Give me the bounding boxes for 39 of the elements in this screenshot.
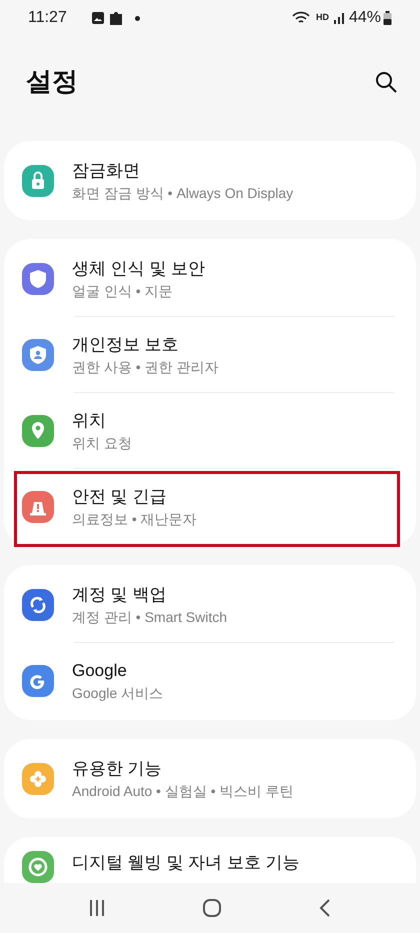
- settings-item[interactable]: Google Google 서비스: [4, 643, 416, 718]
- settings-item[interactable]: 생체 인식 및 보안 얼굴 인식 • 지문: [4, 241, 416, 316]
- item-title: 잠금화면: [72, 160, 141, 182]
- home-icon[interactable]: [202, 898, 222, 918]
- settings-item[interactable]: 잠금화면 화면 잠금 방식 • Always On Display: [4, 143, 416, 218]
- item-subtitle: 위치 요청: [72, 434, 132, 452]
- hd-voice-label: HD: [316, 11, 329, 24]
- recent-apps-icon[interactable]: [88, 899, 106, 917]
- back-icon[interactable]: [318, 898, 332, 918]
- settings-item[interactable]: 안전 및 긴급 의료정보 • 재난문자: [4, 469, 416, 544]
- item-subtitle: 얼굴 인식 • 지문: [72, 282, 174, 300]
- battery-icon: [383, 11, 392, 25]
- item-title: 계정 및 백업: [72, 584, 168, 606]
- item-subtitle: Google 서비스: [72, 684, 164, 702]
- search-icon[interactable]: [374, 70, 398, 94]
- item-title: Google: [72, 660, 128, 682]
- item-title: 디지털 웰빙 및 자녀 보호 기능: [72, 852, 300, 874]
- item-title: 안전 및 긴급: [72, 486, 168, 508]
- item-subtitle: 의료정보 • 재난문자: [72, 510, 197, 528]
- page-title: 설정: [26, 65, 78, 98]
- item-subtitle: Android Auto • 실험실 • 빅스비 루틴: [72, 782, 294, 800]
- item-title: 생체 인식 및 보안: [72, 258, 206, 280]
- puzzle-icon: [108, 10, 125, 26]
- item-title: 개인정보 보호: [72, 334, 180, 356]
- item-title: 위치: [72, 410, 107, 432]
- wifi-icon: [292, 11, 310, 25]
- battery-percent: 44%: [348, 8, 381, 28]
- settings-item[interactable]: 계정 및 백업 계정 관리 • Smart Switch: [4, 567, 416, 642]
- gallery-icon: [90, 11, 105, 25]
- settings-item[interactable]: 개인정보 보호 권한 사용 • 권한 관리자: [4, 317, 416, 392]
- signal-icon: [332, 12, 345, 24]
- item-subtitle: 화면 잠금 방식 • Always On Display: [72, 184, 294, 202]
- item-title: 유용한 기능: [72, 758, 163, 780]
- item-subtitle: 계정 관리 • Smart Switch: [72, 608, 228, 626]
- settings-item[interactable]: 디지털 웰빙 및 자녀 보호 기능: [4, 839, 416, 883]
- settings-item[interactable]: 위치 위치 요청: [4, 393, 416, 468]
- status-time: 11:27: [28, 8, 67, 28]
- item-subtitle: 권한 사용 • 권한 관리자: [72, 358, 218, 376]
- settings-item[interactable]: 유용한 기능 Android Auto • 실험실 • 빅스비 루틴: [4, 741, 416, 816]
